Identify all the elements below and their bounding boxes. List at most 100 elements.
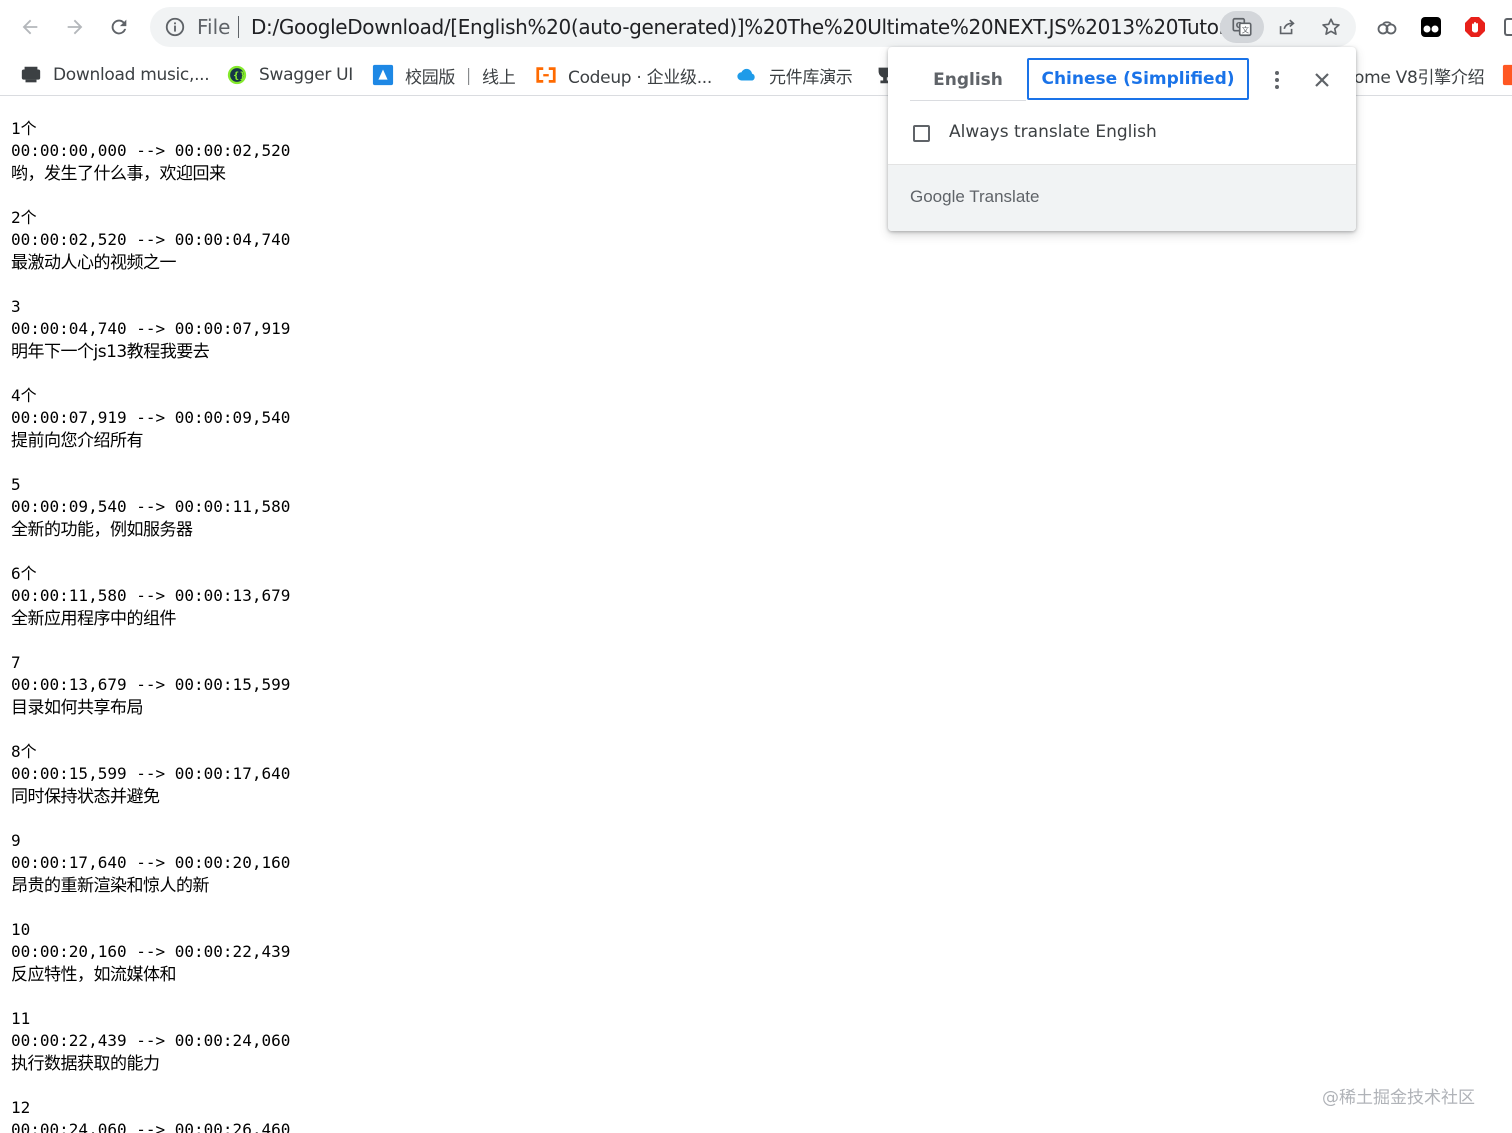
- cue-index: 10: [11, 920, 31, 939]
- subtitle-cue: 2个 00:00:02,520 --> 00:00:04,740 最激动人心的视频之…: [11, 207, 711, 296]
- cue-timestamp: 00:00:22,439 --> 00:00:24,060: [11, 1031, 291, 1050]
- cue-index: 11: [11, 1009, 31, 1028]
- extension-icon: [1377, 21, 1397, 35]
- cue-index: 6个: [11, 564, 37, 583]
- info-icon[interactable]: [164, 16, 186, 38]
- cue-timestamp: 00:00:09,540 --> 00:00:11,580: [11, 497, 291, 516]
- subtitle-cue: 1个 00:00:00,000 --> 00:00:02,520 哟，发生了什么事，…: [11, 118, 711, 207]
- svg-text:{}: {}: [233, 71, 246, 82]
- subtitle-cue: 5 00:00:09,540 --> 00:00:11,580 全新的功能，例如服务…: [11, 474, 711, 563]
- cue-index: 2个: [11, 208, 37, 227]
- cue-timestamp: 00:00:13,679 --> 00:00:15,599: [11, 675, 291, 694]
- swagger-icon: {}: [226, 64, 248, 86]
- cue-timestamp: 00:00:00,000 --> 00:00:02,520: [11, 141, 291, 160]
- bookmark-label: Download music,...: [53, 65, 210, 85]
- tab-english[interactable]: English: [910, 59, 1026, 101]
- translate-icon: G文: [1232, 17, 1252, 37]
- subtitle-cue: 3 00:00:04,740 --> 00:00:07,919 明年下一个js13教…: [11, 296, 711, 385]
- cue-text: 全新应用程序中的组件: [11, 609, 177, 629]
- music-icon: [20, 64, 42, 86]
- bookmark-label: ome V8引擎介绍: [1354, 67, 1485, 88]
- cue-text: 全新的功能，例如服务器: [11, 520, 193, 540]
- subtitle-cue: 11 00:00:22,439 --> 00:00:24,060 执行数据获取的能力: [11, 1008, 711, 1097]
- adblock-icon: [1465, 17, 1485, 37]
- always-translate-label[interactable]: Always translate English: [949, 122, 1157, 142]
- tampermonkey-icon: [1421, 17, 1441, 37]
- codeup-icon: [535, 64, 557, 86]
- cue-index: 4个: [11, 386, 37, 405]
- cue-text: 昂贵的重新渲染和惊人的新: [11, 876, 210, 896]
- subtitle-cue: 6个 00:00:11,580 --> 00:00:13,679 全新应用程序中的组…: [11, 563, 711, 652]
- reload-button[interactable]: [102, 10, 136, 44]
- popup-footer: Google Translate: [888, 164, 1356, 231]
- address-bar[interactable]: File D:/GoogleDownload/[English%20(auto-…: [150, 7, 1356, 47]
- watermark: @稀土掘金技术社区: [1322, 1088, 1475, 1108]
- translate-button[interactable]: G文: [1220, 11, 1264, 43]
- cue-timestamp: 00:00:02,520 --> 00:00:04,740: [11, 230, 291, 249]
- cue-index: 9: [11, 831, 21, 850]
- more-vert-icon: [1275, 71, 1279, 89]
- reload-icon: [111, 19, 127, 35]
- bookmark-item-v8[interactable]: ome V8引擎介绍: [1354, 60, 1485, 90]
- bookmark-star-button[interactable]: [1309, 11, 1353, 43]
- cue-timestamp: 00:00:20,160 --> 00:00:22,439: [11, 942, 291, 961]
- share-button[interactable]: [1265, 11, 1309, 43]
- cloud-icon: [736, 64, 758, 86]
- subtitle-cue: 4个 00:00:07,919 --> 00:00:09,540 提前向您介绍所有: [11, 385, 711, 474]
- back-button[interactable]: [13, 10, 47, 44]
- cue-text: 反应特性，如流媒体和: [11, 965, 177, 985]
- campus-icon: [372, 64, 394, 86]
- bookmark-item-campus[interactable]: 校园版 ｜ 线上: [372, 60, 516, 90]
- svg-text:文: 文: [1242, 26, 1250, 35]
- always-translate-checkbox[interactable]: [913, 125, 930, 142]
- cue-text: 目录如何共享布局: [11, 698, 144, 718]
- bookmark-label: Codeup · 企业级...: [568, 67, 713, 88]
- tab-chinese-simplified[interactable]: Chinese (Simplified): [1027, 58, 1249, 100]
- subtitle-cue: 10 00:00:20,160 --> 00:00:22,439 反应特性，如流媒体…: [11, 919, 711, 1008]
- bookmark-label: 校园版 ｜ 线上: [405, 67, 516, 88]
- subtitle-cue: 9 00:00:17,640 --> 00:00:20,160 昂贵的重新渲染和惊人…: [11, 830, 711, 919]
- url-text[interactable]: D:/GoogleDownload/[English%20(auto-gener…: [251, 15, 1267, 39]
- cue-text: 同时保持状态并避免: [11, 787, 160, 807]
- subtitle-cue: 7 00:00:13,679 --> 00:00:15,599 目录如何共享布局: [11, 652, 711, 741]
- bookmark-item-swagger[interactable]: {} Swagger UI: [226, 60, 353, 90]
- profile-edge[interactable]: [1504, 18, 1512, 36]
- cue-index: 8个: [11, 742, 37, 761]
- bookmark-label: 元件库演示: [769, 67, 853, 88]
- cue-index: 1个: [11, 119, 37, 138]
- cue-timestamp: 00:00:17,640 --> 00:00:20,160: [11, 853, 291, 872]
- close-button[interactable]: [1309, 67, 1335, 93]
- forward-icon: [67, 19, 83, 35]
- subtitle-document: 1个 00:00:00,000 --> 00:00:02,520 哟，发生了什么事，…: [11, 118, 711, 1133]
- more-options-button[interactable]: [1264, 67, 1290, 93]
- cue-index: 7: [11, 653, 21, 672]
- tampermonkey-button[interactable]: [1416, 12, 1446, 42]
- cue-text: 执行数据获取的能力: [11, 1054, 160, 1074]
- close-icon: [1315, 73, 1329, 87]
- google-translate-brand: Google Translate: [910, 187, 1040, 206]
- browser-toolbar: File D:/GoogleDownload/[English%20(auto-…: [0, 0, 1512, 54]
- cue-text: 最激动人心的视频之一: [11, 253, 177, 273]
- bookmark-item-components[interactable]: 元件库演示: [736, 60, 853, 90]
- subtitle-cue: 8个 00:00:15,599 --> 00:00:17,640 同时保持状态并避免: [11, 741, 711, 830]
- translate-popup: English Chinese (Simplified) Always tran…: [888, 47, 1356, 231]
- extension-button[interactable]: [1372, 12, 1402, 42]
- cue-timestamp: 00:00:15,599 --> 00:00:17,640: [11, 764, 291, 783]
- bookmark-label: Swagger UI: [259, 65, 354, 85]
- subtitle-cue: 12 00:00:24,060 --> 00:00:26,460: [11, 1097, 711, 1133]
- bookmark-item-codeup[interactable]: Codeup · 企业级...: [535, 60, 712, 90]
- forward-button[interactable]: [58, 10, 92, 44]
- back-icon: [22, 19, 38, 35]
- cue-index: 5: [11, 475, 21, 494]
- cue-index: 12: [11, 1098, 31, 1117]
- cue-text: 哟，发生了什么事，欢迎回来: [11, 164, 226, 184]
- adblock-button[interactable]: [1460, 12, 1490, 42]
- url-scheme-label: File: [197, 15, 231, 39]
- bookmark-item-music[interactable]: Download music,...: [20, 60, 210, 90]
- cue-timestamp: 00:00:24,060 --> 00:00:26,460: [11, 1120, 291, 1133]
- bookmark-item-edge[interactable]: [1502, 60, 1512, 90]
- share-icon: [1279, 19, 1295, 35]
- cue-timestamp: 00:00:07,919 --> 00:00:09,540: [11, 408, 291, 427]
- v8-icon: [1502, 64, 1512, 86]
- cue-timestamp: 00:00:11,580 --> 00:00:13,679: [11, 586, 291, 605]
